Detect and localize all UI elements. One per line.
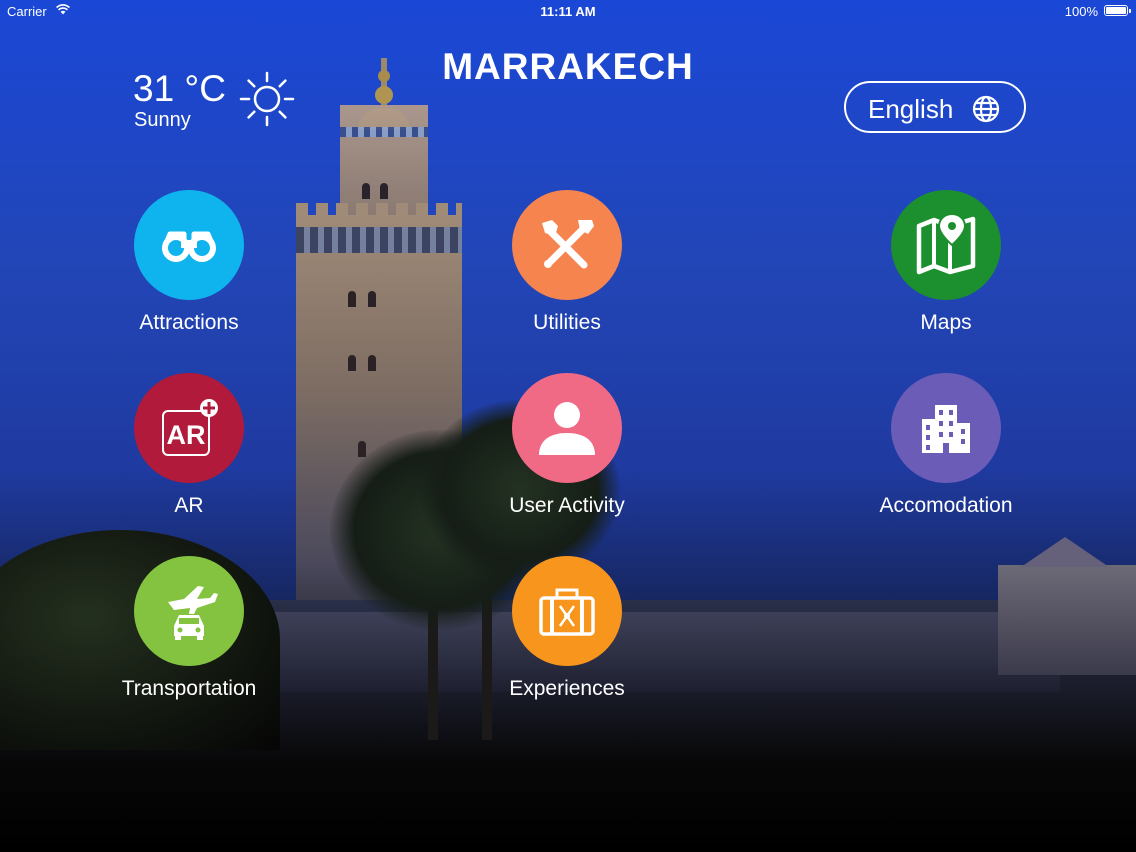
building-icon: [922, 405, 970, 453]
user-icon: [539, 402, 595, 455]
tile-attractions-circle: [134, 190, 244, 300]
battery-percent: 100%: [1064, 4, 1098, 19]
tile-user-activity-label: User Activity: [509, 494, 625, 517]
tile-experiences[interactable]: Experiences: [457, 556, 677, 701]
tile-transportation-circle: [134, 556, 244, 666]
minaret-window: [368, 355, 376, 371]
tile-accomodation-label: Accomodation: [879, 494, 1013, 517]
minaret-window: [358, 441, 366, 457]
minaret-window: [380, 183, 388, 199]
sun-icon: [239, 71, 295, 127]
tile-experiences-label: Experiences: [509, 677, 625, 700]
tools-icon: [542, 220, 594, 269]
clock: 11:11 AM: [540, 4, 596, 19]
tile-transportation-label: Transportation: [121, 677, 257, 700]
status-bar: Carrier 11:11 AM 100%: [0, 0, 1136, 22]
tile-utilities[interactable]: Utilities: [457, 190, 677, 335]
tile-ar-circle: AR: [134, 373, 244, 483]
tile-accomodation-circle: [891, 373, 1001, 483]
tile-ar-label: AR: [174, 494, 204, 517]
globe-icon: [972, 95, 1000, 123]
tile-maps-label: Maps: [920, 311, 972, 334]
tile-ar[interactable]: AR AR: [79, 373, 299, 518]
weather-condition: Sunny: [134, 109, 191, 131]
tile-transportation[interactable]: Transportation: [79, 556, 299, 701]
tile-utilities-label: Utilities: [533, 311, 601, 334]
tile-maps[interactable]: Maps: [836, 190, 1056, 335]
building: [998, 565, 1136, 675]
minaret-window: [348, 291, 356, 307]
tile-experiences-circle: [512, 556, 622, 666]
tile-utilities-circle: [512, 190, 622, 300]
ar-icon: AR: [162, 399, 218, 456]
tile-attractions[interactable]: Attractions: [79, 190, 299, 335]
tile-user-activity[interactable]: User Activity: [457, 373, 677, 518]
transport-icon: [168, 586, 218, 640]
suitcase-icon: [539, 588, 595, 636]
tile-maps-circle: [891, 190, 1001, 300]
map-icon: [916, 212, 976, 275]
binoculars-icon: [162, 231, 216, 262]
ar-icon-text: AR: [167, 420, 206, 450]
language-label: English: [868, 94, 954, 124]
minaret-window: [368, 291, 376, 307]
minaret-window: [348, 355, 356, 371]
minaret-window: [362, 183, 370, 199]
language-button[interactable]: English: [844, 81, 1026, 133]
weather-temperature: 31 °C: [133, 68, 226, 109]
battery-icon: [1104, 5, 1131, 16]
minaret-ornament: [375, 86, 393, 104]
tile-attractions-label: Attractions: [139, 311, 239, 334]
tile-accomodation[interactable]: Accomodation: [836, 373, 1056, 518]
tile-user-activity-circle: [512, 373, 622, 483]
